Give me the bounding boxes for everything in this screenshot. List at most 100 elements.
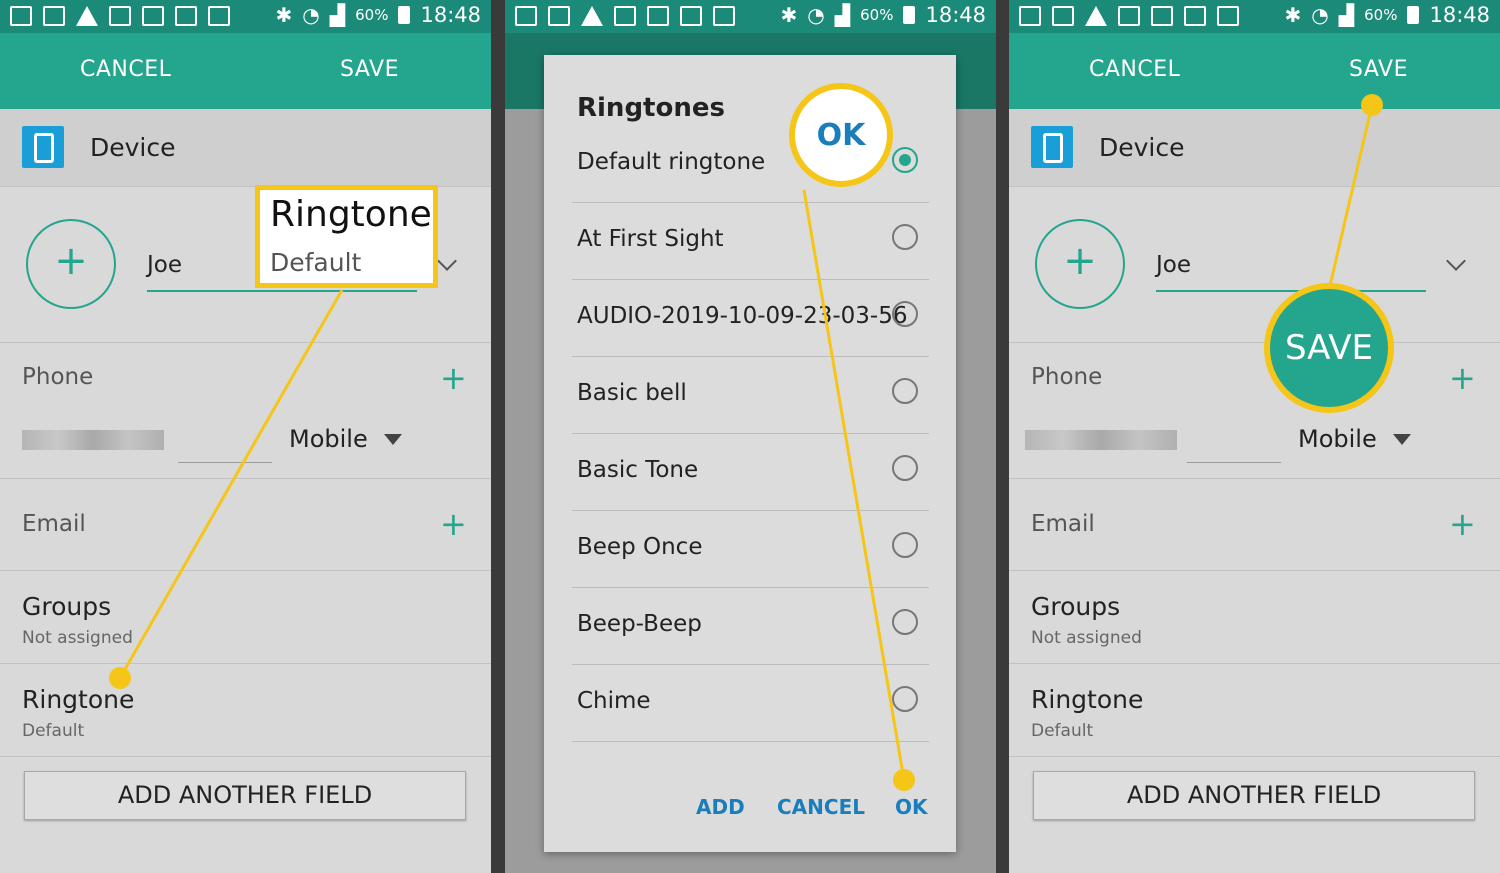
save-callout: SAVE	[1264, 283, 1394, 413]
phone-number-blurred[interactable]	[1025, 430, 1177, 450]
radio-unselected-icon[interactable]	[892, 609, 918, 635]
radio-unselected-icon[interactable]	[892, 686, 918, 712]
add-phone-icon[interactable]: +	[440, 362, 467, 394]
system-status: ✱ ◔ ▟ 60% 18:48	[781, 3, 986, 27]
ringtone-value: Default	[1031, 721, 1094, 741]
save-button[interactable]: SAVE	[1349, 57, 1408, 82]
warning-icon	[1085, 6, 1107, 26]
wifi-icon: ◔	[807, 3, 825, 27]
add-phone-icon[interactable]: +	[1449, 362, 1476, 394]
plus-icon: +	[1063, 238, 1097, 284]
app-bar: CANCEL SAVE	[1009, 33, 1500, 109]
ringtone-option-label: Beep-Beep	[577, 611, 702, 637]
contact-editor-panel-3: ✱ ◔ ▟ 60% 18:48 CANCEL SAVE Device + Joe…	[1009, 0, 1500, 873]
dropdown-arrow-icon[interactable]	[384, 434, 402, 445]
bag-icon	[713, 6, 735, 26]
cancel-button[interactable]: CANCEL	[80, 57, 171, 82]
status-bar: ✱ ◔ ▟ 60% 18:48	[505, 0, 996, 33]
ringtone-option[interactable]: AUDIO-2019-10-09-23-03-56	[572, 279, 929, 357]
ringtones-dialog: Ringtones Default ringtone At First Sight…	[544, 55, 956, 852]
storage-location-row[interactable]: Device	[1009, 109, 1500, 187]
wrench-icon	[1184, 6, 1206, 26]
groups-row[interactable]: Groups Not assigned	[1009, 570, 1500, 664]
add-email-icon[interactable]: +	[440, 508, 467, 540]
name-input[interactable]: Joe	[1156, 252, 1426, 292]
clock: 18:48	[420, 3, 481, 27]
ringtone-option[interactable]: Basic Tone	[572, 433, 929, 511]
add-photo-button[interactable]: +	[26, 219, 116, 309]
phone-field-underline	[178, 462, 272, 463]
chevron-down-icon[interactable]	[437, 251, 457, 271]
groups-row[interactable]: Groups Not assigned	[0, 570, 491, 664]
radio-unselected-icon[interactable]	[892, 301, 918, 327]
signal-icon: ▟	[1338, 3, 1355, 27]
phone-section: Phone + Mobile	[1009, 342, 1500, 479]
email-section: Email +	[1009, 478, 1500, 571]
chevron-down-icon[interactable]	[1446, 251, 1466, 271]
email-icon	[142, 6, 164, 26]
ringtone-label: Ringtone	[1031, 685, 1144, 714]
ringtone-label: Ringtone	[22, 685, 135, 714]
ringtone-option-label: Chime	[577, 688, 651, 714]
ringtone-option[interactable]: Chime	[572, 664, 929, 742]
notification-icons	[1019, 6, 1239, 26]
phone-number-blurred[interactable]	[22, 430, 164, 450]
email-section: Email +	[0, 478, 491, 571]
ringtone-picker-panel: ✱ ◔ ▟ 60% 18:48 Ringtones Default ringto…	[505, 0, 996, 873]
wrench-icon	[175, 6, 197, 26]
ringtone-row[interactable]: Ringtone Default	[0, 663, 491, 757]
cancel-button[interactable]: CANCEL	[777, 795, 865, 819]
battery-percent: 60%	[1364, 6, 1398, 24]
ok-callout: OK	[789, 83, 893, 187]
storage-location-label: Device	[90, 133, 176, 162]
email-icon	[647, 6, 669, 26]
phone-label: Phone	[1031, 364, 1103, 390]
cancel-button[interactable]: CANCEL	[1089, 57, 1180, 82]
radio-selected-icon[interactable]	[892, 147, 918, 173]
warning-icon	[581, 6, 603, 26]
ringtone-option[interactable]: Beep Once	[572, 510, 929, 588]
groups-label: Groups	[22, 592, 112, 621]
clock: 18:48	[925, 3, 986, 27]
callout-subtitle: Default	[270, 248, 362, 277]
dropdown-arrow-icon[interactable]	[1393, 434, 1411, 445]
groups-value: Not assigned	[1031, 628, 1142, 648]
ok-button[interactable]: OK	[895, 795, 928, 819]
bag-icon	[1217, 6, 1239, 26]
email-label: Email	[22, 511, 86, 537]
phone-section: Phone + Mobile	[0, 342, 491, 479]
dialog-actions: ADD CANCEL OK	[544, 793, 956, 823]
add-another-field-button[interactable]: ADD ANOTHER FIELD	[1033, 771, 1475, 820]
add-photo-button[interactable]: +	[1035, 219, 1125, 309]
ringtone-option[interactable]: Beep-Beep	[572, 587, 929, 665]
ringtone-option-label: AUDIO-2019-10-09-23-03-56	[577, 303, 908, 329]
message-icon	[10, 6, 32, 26]
add-button[interactable]: ADD	[696, 795, 745, 819]
radio-unselected-icon[interactable]	[892, 455, 918, 481]
phone-type-select[interactable]: Mobile	[1298, 425, 1377, 453]
wifi-icon: ◔	[302, 3, 320, 27]
storage-location-row[interactable]: Device	[0, 109, 491, 187]
device-icon	[22, 126, 64, 168]
name-row: + Joe	[1009, 186, 1500, 343]
warning-icon	[76, 6, 98, 26]
ringtone-option[interactable]: Basic bell	[572, 356, 929, 434]
radio-unselected-icon[interactable]	[892, 532, 918, 558]
ringtone-option-label: Basic Tone	[577, 457, 699, 483]
ringtone-row[interactable]: Ringtone Default	[1009, 663, 1500, 757]
add-email-icon[interactable]: +	[1449, 508, 1476, 540]
radio-unselected-icon[interactable]	[892, 378, 918, 404]
bluetooth-icon: ✱	[275, 3, 293, 27]
storage-location-label: Device	[1099, 133, 1185, 162]
signal-icon: ▟	[834, 3, 851, 27]
phone-label: Phone	[22, 364, 94, 390]
add-another-field-button[interactable]: ADD ANOTHER FIELD	[24, 771, 466, 820]
upload-icon	[1118, 6, 1140, 26]
battery-icon	[903, 6, 916, 24]
image-icon	[43, 6, 65, 26]
radio-unselected-icon[interactable]	[892, 224, 918, 250]
ringtone-option[interactable]: At First Sight	[572, 202, 929, 280]
image-icon	[1052, 6, 1074, 26]
save-button[interactable]: SAVE	[340, 57, 399, 82]
phone-type-select[interactable]: Mobile	[289, 425, 368, 453]
